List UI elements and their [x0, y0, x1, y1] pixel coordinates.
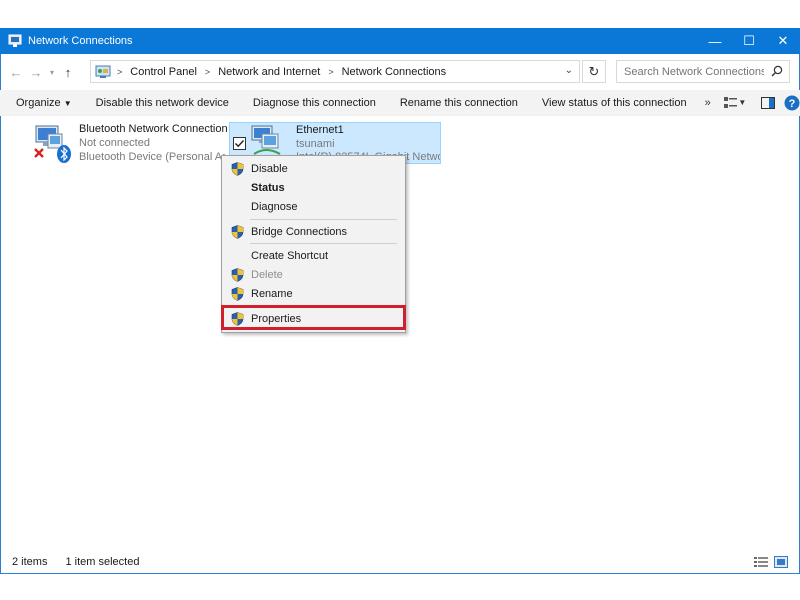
- bluetooth-network-icon: [34, 125, 71, 163]
- menu-item-delete: Delete: [222, 265, 405, 284]
- svg-text:?: ?: [789, 98, 796, 110]
- selection-checkbox-icon[interactable]: [233, 137, 246, 150]
- menu-item-bridge-connections[interactable]: Bridge Connections: [222, 222, 405, 241]
- bluetooth-connection-status: Not connected: [79, 137, 150, 149]
- uac-shield-icon: [231, 287, 244, 301]
- menu-item-rename[interactable]: Rename: [222, 284, 405, 303]
- more-commands-button[interactable]: »: [699, 97, 717, 109]
- refresh-icon[interactable]: ↻: [582, 60, 606, 83]
- uac-shield-icon: [231, 225, 244, 239]
- breadcrumb-network-and-internet[interactable]: Network and Internet: [218, 66, 320, 78]
- menu-separator: [250, 219, 397, 220]
- item-count: 2 items: [12, 556, 48, 568]
- control-panel-icon: [95, 65, 111, 78]
- change-view-icon[interactable]: [723, 93, 739, 113]
- uac-shield-icon: [231, 162, 244, 176]
- organize-button[interactable]: Organize ▼: [0, 97, 84, 109]
- rename-connection-button[interactable]: Rename this connection: [388, 97, 530, 109]
- uac-shield-icon: [231, 268, 244, 282]
- menu-separator: [250, 243, 397, 244]
- status-bar: 2 items 1 item selected: [0, 552, 800, 572]
- large-icons-view-icon[interactable]: [774, 556, 788, 568]
- breadcrumb-control-panel[interactable]: Control Panel: [130, 66, 197, 78]
- menu-item-create-shortcut[interactable]: Create Shortcut: [222, 246, 405, 265]
- window-title: Network Connections: [28, 35, 133, 47]
- breadcrumb-separator-icon: >: [117, 66, 123, 77]
- title-bar[interactable]: Network Connections — ☐ ✕: [0, 28, 800, 54]
- breadcrumb-network-connections[interactable]: Network Connections: [342, 66, 447, 78]
- organize-label: Organize: [16, 96, 61, 109]
- address-bar[interactable]: > Control Panel > Network and Internet >…: [90, 60, 580, 83]
- preview-pane-icon[interactable]: [760, 93, 776, 113]
- command-bar: Organize ▼ Disable this network device D…: [0, 90, 800, 116]
- maximize-button[interactable]: ☐: [732, 28, 766, 54]
- forward-arrow-icon[interactable]: →: [26, 60, 46, 84]
- breadcrumb-separator-icon: >: [204, 66, 211, 77]
- organize-dropdown-icon: ▼: [63, 98, 72, 108]
- address-history-chevron-icon[interactable]: ⌄: [565, 65, 573, 76]
- back-arrow-icon[interactable]: ←: [6, 60, 26, 84]
- search-icon[interactable]: [771, 65, 783, 77]
- bluetooth-connection-item[interactable]: Bluetooth Network Connection Not connect…: [30, 122, 228, 168]
- up-arrow-icon[interactable]: ↑: [58, 60, 78, 84]
- breadcrumb-separator-icon: >: [328, 66, 334, 77]
- view-status-button[interactable]: View status of this connection: [530, 97, 699, 109]
- menu-item-label: Bridge Connections: [251, 225, 348, 238]
- recent-locations-chevron-icon[interactable]: ▾: [46, 60, 58, 84]
- menu-item-label: Diagnose: [251, 200, 298, 213]
- address-row: ← → ▾ ↑ > Control Panel > Network and In…: [0, 58, 800, 86]
- close-button[interactable]: ✕: [766, 28, 800, 54]
- menu-item-label: Delete: [251, 268, 283, 281]
- disable-device-button[interactable]: Disable this network device: [84, 97, 241, 109]
- minimize-button[interactable]: —: [698, 28, 732, 54]
- bluetooth-connection-device: Bluetooth Device (Personal Ar...: [79, 151, 225, 163]
- menu-item-disable[interactable]: Disable: [222, 159, 405, 178]
- details-view-icon[interactable]: [754, 556, 768, 568]
- help-icon[interactable]: ?: [784, 93, 800, 113]
- ethernet-connection-name: Ethernet1: [296, 124, 344, 136]
- selection-count: 1 item selected: [65, 556, 140, 568]
- diagnose-connection-button[interactable]: Diagnose this connection: [241, 97, 388, 109]
- menu-item-label: Create Shortcut: [251, 249, 329, 262]
- menu-item-label: Rename: [251, 287, 293, 300]
- search-input[interactable]: [624, 65, 764, 78]
- ethernet-connection-status: tsunami: [296, 138, 335, 150]
- bluetooth-connection-name: Bluetooth Network Connection: [79, 123, 228, 135]
- menu-item-label: Status: [251, 181, 285, 194]
- menu-item-diagnose[interactable]: Diagnose: [222, 197, 405, 216]
- properties-highlight-box: [221, 305, 406, 330]
- network-connections-app-icon: [8, 34, 22, 47]
- menu-item-label: Disable: [251, 162, 288, 175]
- menu-item-status[interactable]: Status: [222, 178, 405, 197]
- search-box[interactable]: [616, 60, 790, 83]
- view-options-dropdown-icon[interactable]: ▼: [738, 98, 746, 107]
